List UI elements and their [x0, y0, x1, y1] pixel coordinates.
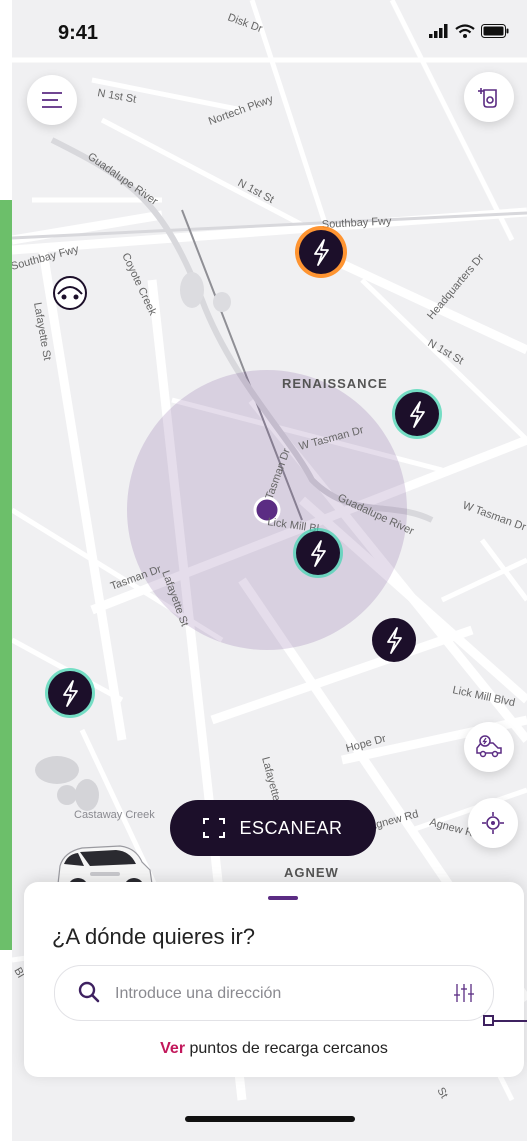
menu-button[interactable] — [27, 75, 77, 125]
scan-button[interactable]: ESCANEAR — [170, 800, 376, 856]
sheet-handle[interactable] — [268, 896, 298, 900]
locate-icon — [482, 812, 504, 834]
nearby-link-keyword[interactable]: Ver — [160, 1040, 185, 1057]
wifi-icon — [455, 24, 475, 38]
map-street-label: Castaway Creek — [74, 809, 155, 821]
map-area-label: AGNEW — [284, 865, 339, 880]
charging-station-marker[interactable] — [372, 618, 416, 662]
charger-plug-icon — [478, 88, 497, 108]
search-icon — [78, 981, 100, 1003]
locate-me-button[interactable] — [468, 798, 518, 848]
menu-icon — [42, 92, 62, 108]
scan-frame-icon — [203, 818, 226, 838]
charging-station-marker-selected[interactable] — [295, 226, 347, 278]
search-input[interactable] — [113, 976, 437, 1012]
annotation-line — [494, 1020, 527, 1022]
filter-icon[interactable] — [453, 982, 475, 1004]
sheet-title: ¿A dónde quieres ir? — [52, 924, 256, 949]
phone-screen: Disk Dr N 1st St Nortech Pkwy Guadalupe … — [12, 0, 527, 1141]
home-indicator — [185, 1116, 355, 1122]
charging-station-marker[interactable] — [392, 389, 442, 439]
side-accent-bar — [0, 200, 12, 950]
add-charger-button[interactable] — [464, 72, 514, 122]
nearby-chargers-link[interactable]: Ver puntos de recarga cercanos — [24, 1040, 524, 1058]
annotation-marker — [483, 1015, 494, 1026]
cellular-signal-icon — [429, 24, 448, 38]
map-area-label: RENAISSANCE — [282, 376, 388, 391]
charging-station-marker[interactable] — [293, 528, 343, 578]
destination-sheet: ¿A dónde quieres ir? Ver puntos de recar… — [24, 882, 524, 1077]
scan-button-label: ESCANEAR — [239, 817, 343, 838]
charging-station-marker[interactable] — [45, 668, 95, 718]
vehicle-button[interactable] — [464, 722, 514, 772]
search-bar[interactable] — [54, 965, 494, 1021]
battery-icon — [481, 24, 509, 38]
status-bar: 9:41 — [12, 0, 527, 50]
car-charging-icon — [476, 735, 502, 758]
status-time: 9:41 — [58, 22, 99, 44]
status-icons — [429, 24, 509, 38]
car-share-marker[interactable] — [53, 276, 87, 310]
nearby-link-text: puntos de recarga cercanos — [185, 1040, 388, 1057]
